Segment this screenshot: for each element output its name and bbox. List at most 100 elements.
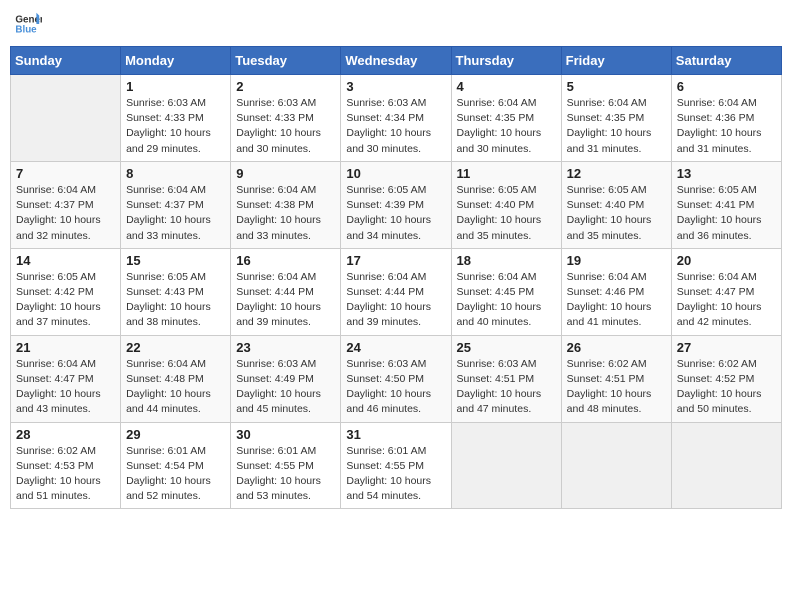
day-number: 30: [236, 427, 335, 442]
calendar-cell: 17Sunrise: 6:04 AM Sunset: 4:44 PM Dayli…: [341, 248, 451, 335]
calendar-cell: 31 Sunrise: 6:01 AM Sunset: 4:55 PM Dayli…: [341, 422, 451, 509]
day-number: 8: [126, 166, 225, 181]
calendar-cell: 7 Sunrise: 6:04 AM Sunset: 4:37 PM Daylig…: [11, 161, 121, 248]
day-number: 13: [677, 166, 776, 181]
day-info: Sunrise: 6:01 AM Sunset: 4:55 PM Dayligh…: [346, 444, 445, 505]
col-header-sunday: Sunday: [11, 47, 121, 75]
logo: General Blue: [14, 10, 46, 38]
day-info: Sunrise: 6:01 AM Sunset: 4:55 PM Dayligh…: [236, 444, 335, 505]
day-info: Sunrise: 6:02 AM Sunset: 4:52 PM Dayligh…: [677, 357, 776, 418]
day-info: Sunrise: 6:04 AM Sunset: 4:44 PM Dayligh…: [236, 270, 335, 331]
day-info: Sunrise: 6:04 AM Sunset: 4:47 PM Dayligh…: [16, 357, 115, 418]
calendar-cell: 22 Sunrise: 6:04 AM Sunset: 4:48 PM Dayli…: [121, 335, 231, 422]
calendar-cell: [671, 422, 781, 509]
day-number: 16: [236, 253, 335, 268]
day-info: Sunrise: 6:04 AM Sunset: 4:46 PM Dayligh…: [567, 270, 666, 331]
calendar-cell: 24 Sunrise: 6:03 AM Sunset: 4:50 PM Dayli…: [341, 335, 451, 422]
calendar-cell: 20 Sunrise: 6:04 AM Sunset: 4:47 PM Dayli…: [671, 248, 781, 335]
day-number: 27: [677, 340, 776, 355]
day-info: Sunrise: 6:04 AM Sunset: 4:38 PM Dayligh…: [236, 183, 335, 244]
week-row-2: 7 Sunrise: 6:04 AM Sunset: 4:37 PM Daylig…: [11, 161, 782, 248]
day-number: 26: [567, 340, 666, 355]
day-number: 22: [126, 340, 225, 355]
col-header-saturday: Saturday: [671, 47, 781, 75]
day-number: 18: [457, 253, 556, 268]
week-row-5: 28Sunrise: 6:02 AM Sunset: 4:53 PM Dayli…: [11, 422, 782, 509]
day-info: Sunrise: 6:04 AM Sunset: 4:37 PM Dayligh…: [126, 183, 225, 244]
week-row-3: 14 Sunrise: 6:05 AM Sunset: 4:42 PM Dayli…: [11, 248, 782, 335]
day-info: Sunrise: 6:04 AM Sunset: 4:37 PM Dayligh…: [16, 183, 115, 244]
logo-icon: General Blue: [14, 10, 42, 38]
day-info: Sunrise: 6:05 AM Sunset: 4:40 PM Dayligh…: [457, 183, 556, 244]
day-number: 23: [236, 340, 335, 355]
day-number: 15: [126, 253, 225, 268]
calendar-cell: [11, 75, 121, 162]
col-header-friday: Friday: [561, 47, 671, 75]
day-info: Sunrise: 6:05 AM Sunset: 4:40 PM Dayligh…: [567, 183, 666, 244]
day-info: Sunrise: 6:02 AM Sunset: 4:51 PM Dayligh…: [567, 357, 666, 418]
day-number: 7: [16, 166, 115, 181]
day-info: Sunrise: 6:05 AM Sunset: 4:43 PM Dayligh…: [126, 270, 225, 331]
calendar-cell: 10Sunrise: 6:05 AM Sunset: 4:39 PM Dayli…: [341, 161, 451, 248]
calendar-cell: 29 Sunrise: 6:01 AM Sunset: 4:54 PM Dayli…: [121, 422, 231, 509]
day-info: Sunrise: 6:05 AM Sunset: 4:42 PM Dayligh…: [16, 270, 115, 331]
calendar-cell: 28Sunrise: 6:02 AM Sunset: 4:53 PM Dayli…: [11, 422, 121, 509]
day-info: Sunrise: 6:02 AM Sunset: 4:53 PM Dayligh…: [16, 444, 115, 505]
day-number: 10: [346, 166, 445, 181]
calendar-cell: 8 Sunrise: 6:04 AM Sunset: 4:37 PM Daylig…: [121, 161, 231, 248]
calendar-cell: 25 Sunrise: 6:03 AM Sunset: 4:51 PM Dayli…: [451, 335, 561, 422]
col-header-thursday: Thursday: [451, 47, 561, 75]
calendar-cell: 6 Sunrise: 6:04 AM Sunset: 4:36 PM Daylig…: [671, 75, 781, 162]
calendar-cell: [451, 422, 561, 509]
day-info: Sunrise: 6:03 AM Sunset: 4:33 PM Dayligh…: [126, 96, 225, 157]
calendar-cell: 1 Sunrise: 6:03 AM Sunset: 4:33 PM Daylig…: [121, 75, 231, 162]
day-info: Sunrise: 6:04 AM Sunset: 4:48 PM Dayligh…: [126, 357, 225, 418]
day-number: 19: [567, 253, 666, 268]
calendar-cell: 30 Sunrise: 6:01 AM Sunset: 4:55 PM Dayli…: [231, 422, 341, 509]
day-info: Sunrise: 6:03 AM Sunset: 4:50 PM Dayligh…: [346, 357, 445, 418]
calendar-cell: 21 Sunrise: 6:04 AM Sunset: 4:47 PM Dayli…: [11, 335, 121, 422]
day-number: 12: [567, 166, 666, 181]
day-info: Sunrise: 6:01 AM Sunset: 4:54 PM Dayligh…: [126, 444, 225, 505]
day-info: Sunrise: 6:03 AM Sunset: 4:49 PM Dayligh…: [236, 357, 335, 418]
day-info: Sunrise: 6:04 AM Sunset: 4:35 PM Dayligh…: [457, 96, 556, 157]
day-number: 20: [677, 253, 776, 268]
day-info: Sunrise: 6:03 AM Sunset: 4:51 PM Dayligh…: [457, 357, 556, 418]
day-number: 6: [677, 79, 776, 94]
svg-text:Blue: Blue: [15, 24, 37, 35]
calendar-cell: 2Sunrise: 6:03 AM Sunset: 4:33 PM Daylig…: [231, 75, 341, 162]
day-info: Sunrise: 6:04 AM Sunset: 4:36 PM Dayligh…: [677, 96, 776, 157]
day-number: 29: [126, 427, 225, 442]
calendar-cell: 23 Sunrise: 6:03 AM Sunset: 4:49 PM Dayli…: [231, 335, 341, 422]
week-row-1: 1 Sunrise: 6:03 AM Sunset: 4:33 PM Daylig…: [11, 75, 782, 162]
day-number: 9: [236, 166, 335, 181]
day-info: Sunrise: 6:04 AM Sunset: 4:47 PM Dayligh…: [677, 270, 776, 331]
calendar-header-row: SundayMondayTuesdayWednesdayThursdayFrid…: [11, 47, 782, 75]
calendar-cell: 16 Sunrise: 6:04 AM Sunset: 4:44 PM Dayli…: [231, 248, 341, 335]
day-number: 24: [346, 340, 445, 355]
day-number: 25: [457, 340, 556, 355]
calendar-cell: 4 Sunrise: 6:04 AM Sunset: 4:35 PM Daylig…: [451, 75, 561, 162]
page-header: General Blue: [10, 10, 782, 38]
calendar-cell: 19 Sunrise: 6:04 AM Sunset: 4:46 PM Dayli…: [561, 248, 671, 335]
calendar-cell: 18 Sunrise: 6:04 AM Sunset: 4:45 PM Dayli…: [451, 248, 561, 335]
day-number: 3: [346, 79, 445, 94]
day-number: 11: [457, 166, 556, 181]
day-info: Sunrise: 6:04 AM Sunset: 4:44 PM Dayligh…: [346, 270, 445, 331]
calendar-cell: [561, 422, 671, 509]
calendar-cell: 14 Sunrise: 6:05 AM Sunset: 4:42 PM Dayli…: [11, 248, 121, 335]
day-number: 21: [16, 340, 115, 355]
calendar-cell: 9 Sunrise: 6:04 AM Sunset: 4:38 PM Daylig…: [231, 161, 341, 248]
day-info: Sunrise: 6:04 AM Sunset: 4:45 PM Dayligh…: [457, 270, 556, 331]
day-info: Sunrise: 6:04 AM Sunset: 4:35 PM Dayligh…: [567, 96, 666, 157]
calendar-cell: 3Sunrise: 6:03 AM Sunset: 4:34 PM Daylig…: [341, 75, 451, 162]
col-header-tuesday: Tuesday: [231, 47, 341, 75]
day-number: 1: [126, 79, 225, 94]
day-number: 4: [457, 79, 556, 94]
calendar-cell: 15 Sunrise: 6:05 AM Sunset: 4:43 PM Dayli…: [121, 248, 231, 335]
calendar-cell: 12 Sunrise: 6:05 AM Sunset: 4:40 PM Dayli…: [561, 161, 671, 248]
col-header-wednesday: Wednesday: [341, 47, 451, 75]
day-number: 31: [346, 427, 445, 442]
calendar-cell: 26 Sunrise: 6:02 AM Sunset: 4:51 PM Dayli…: [561, 335, 671, 422]
day-number: 14: [16, 253, 115, 268]
